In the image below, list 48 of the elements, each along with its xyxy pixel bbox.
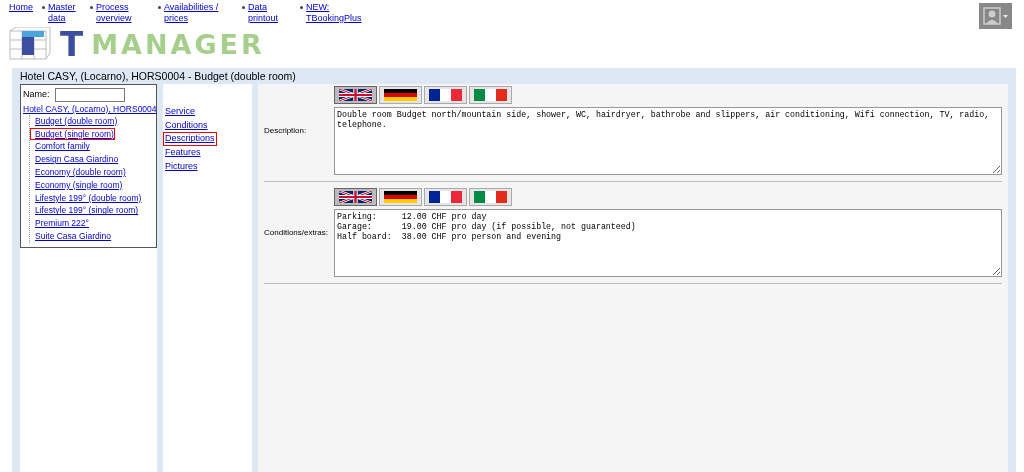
tree-item[interactable]: Comfort family: [30, 140, 91, 154]
language-button[interactable]: [334, 188, 377, 206]
section-link[interactable]: Descriptions: [163, 132, 217, 147]
tree-item[interactable]: Budget (double room): [30, 114, 119, 128]
section-link[interactable]: Conditions: [163, 118, 210, 133]
french-flag-icon: [429, 89, 462, 101]
name-field[interactable]: [54, 88, 125, 102]
language-button[interactable]: [334, 86, 377, 104]
nav-link[interactable]: NEW: TBookingPlus: [306, 2, 374, 24]
tree-item[interactable]: Lifestyle 199° (double room): [30, 191, 143, 205]
tree-item[interactable]: Economy (single room): [30, 178, 124, 192]
tree-item[interactable]: Lifestyle 199° (single room): [30, 204, 140, 218]
text-area[interactable]: Parking: 12.00 CHF pro day Garage: 19.00 CHF pro day (if possible, not guaranteed) Half board: 38.00 CHF pro person and evening: [334, 209, 1002, 277]
field-label: Conditions/extras:: [264, 226, 329, 239]
section-link[interactable]: Service: [163, 105, 197, 119]
tree-item[interactable]: Budget (single room): [30, 127, 115, 141]
uk-flag-icon: [339, 191, 372, 203]
french-flag-icon: [429, 191, 462, 203]
language-button[interactable]: [424, 188, 467, 206]
logo-letter: T: [60, 27, 84, 61]
nav-link[interactable]: Process overview: [96, 2, 152, 24]
tree-item[interactable]: Economy (double room): [30, 166, 127, 179]
name-label: Name:: [23, 88, 50, 102]
nav-link[interactable]: Master data: [48, 2, 84, 24]
language-button[interactable]: [424, 86, 467, 104]
caret-icon: [1003, 14, 1008, 18]
nav-link[interactable]: Availabilities / prices: [164, 2, 236, 24]
section-link[interactable]: Features: [163, 146, 203, 160]
field-label: Description:: [264, 124, 307, 137]
tree-item[interactable]: Suite Casa Giardino: [30, 229, 113, 243]
nav-link[interactable]: Home: [9, 2, 33, 13]
logo-cube-icon: [8, 27, 52, 61]
logo-text: MANAGER: [91, 30, 265, 58]
uk-flag-icon: [339, 89, 372, 101]
german-flag-icon: [384, 89, 417, 101]
tree-root-link[interactable]: Hotel CASY, (Locarno), HORS0004: [23, 104, 157, 115]
german-flag-icon: [384, 191, 417, 203]
nav-link[interactable]: Data printout: [248, 2, 294, 24]
italian-flag-icon: [474, 89, 507, 101]
page-title: Hotel CASY, (Locarno), HORS0004 - Budget (double room): [20, 70, 297, 82]
avatar-icon: [983, 7, 1001, 25]
language-button[interactable]: [379, 86, 422, 104]
text-area[interactable]: Double room Budget north/mountain side, shower, WC, hairdryer, bathrobe and slippers, air conditioning, Wifi connection, TV, radio, telephone.: [334, 107, 1002, 175]
tree-item[interactable]: Premium 222°: [30, 217, 90, 230]
italian-flag-icon: [474, 191, 507, 203]
tree-item[interactable]: Design Casa Giardino: [30, 153, 120, 166]
section-link[interactable]: Pictures: [163, 159, 200, 174]
language-button[interactable]: [379, 188, 422, 206]
